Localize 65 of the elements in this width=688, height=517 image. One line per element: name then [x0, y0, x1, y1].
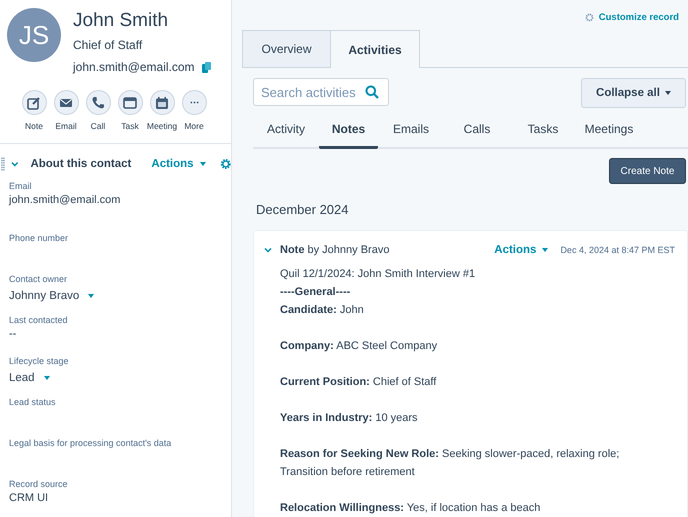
- tab[interactable]: Activities: [331, 30, 420, 68]
- action-label: More: [184, 121, 204, 131]
- field-label: Phone number: [9, 233, 70, 243]
- field-label: Lifecycle stage: [9, 356, 70, 366]
- note-text: Years in Industry: 10 years: [280, 411, 419, 426]
- field-label: Last contacted: [9, 315, 69, 325]
- field-value: --: [9, 328, 18, 340]
- field-label: Email: [9, 181, 33, 191]
- note-title: Note by Johnny Bravo: [280, 244, 390, 256]
- filter-tab[interactable]: Emails: [378, 120, 444, 149]
- contact-name: John Smith: [73, 10, 170, 32]
- action-label: Email: [55, 121, 77, 131]
- field-label: Record source: [9, 479, 69, 489]
- ellipsis-icon: [190, 101, 198, 104]
- create-note-button[interactable]: Create Note: [609, 158, 686, 184]
- action-label: Task: [121, 121, 139, 131]
- filter-tab[interactable]: Calls: [444, 120, 510, 149]
- meeting-action-button[interactable]: [150, 90, 174, 115]
- action-label: Meeting: [146, 121, 178, 131]
- call-action-button[interactable]: [86, 90, 110, 115]
- note-text: ----General----: [280, 285, 352, 300]
- window-icon: [123, 96, 137, 110]
- note-action-button[interactable]: [22, 90, 46, 115]
- task-action-button[interactable]: [118, 90, 142, 115]
- field-label: Lead status: [9, 397, 57, 407]
- action-label: Call: [90, 121, 106, 131]
- field-label: Legal basis for processing contact's data: [9, 438, 172, 448]
- note-text: Reason for Seeking New Role: Seeking slower-paced, relaxing role; Transition before retirement: [280, 447, 620, 480]
- avatar: JS: [7, 8, 61, 62]
- copy-icon[interactable]: [202, 62, 211, 72]
- field-label: Contact owner: [9, 274, 68, 284]
- chevron-down-icon[interactable]: [264, 246, 272, 254]
- actions-dropdown[interactable]: Actions: [151, 158, 206, 170]
- search-field[interactable]: Search activities: [253, 78, 389, 106]
- filter-tab[interactable]: Activity: [253, 120, 319, 149]
- search-icon[interactable]: [365, 85, 379, 99]
- actions-dropdown[interactable]: Actions: [494, 244, 548, 256]
- action-label: Note: [25, 121, 43, 131]
- note-text: Candidate: John: [280, 303, 365, 318]
- note-text: Current Position: Chief of Staff: [280, 375, 438, 390]
- filter-tab[interactable]: Meetings: [576, 120, 642, 149]
- section-title: About this contact: [30, 158, 132, 170]
- note-text: Quil 12/1/2024: John Smith Interview #1: [280, 267, 476, 282]
- field-dropdown[interactable]: Lead: [9, 372, 231, 384]
- filter-tab[interactable]: Notes: [319, 120, 378, 149]
- field-value: CRM UI: [9, 492, 50, 504]
- field-dropdown[interactable]: Johnny Bravo: [9, 290, 231, 302]
- note-text: Relocation Willingness: Yes, if location has a beach: [280, 501, 542, 516]
- settings-icon[interactable]: [220, 158, 231, 170]
- pencil-icon: [27, 96, 41, 110]
- drag-handle-icon[interactable]: [1, 157, 5, 171]
- tab[interactable]: Overview: [242, 30, 331, 67]
- collapse-all-button[interactable]: Collapse all: [581, 78, 686, 108]
- contact-email: john.smith@email.com: [73, 60, 195, 74]
- chevron-down-icon[interactable]: [10, 160, 18, 168]
- month-heading: December 2024: [256, 202, 350, 217]
- phone-icon: [91, 96, 105, 110]
- email-action-button[interactable]: [54, 90, 78, 115]
- gear-icon: [584, 13, 594, 22]
- filter-tab[interactable]: Tasks: [510, 120, 576, 149]
- field-value: john.smith@email.com: [9, 194, 122, 206]
- timestamp: Dec 4, 2024 at 8:47 PM EST: [560, 245, 675, 255]
- calendar-icon: [155, 96, 169, 110]
- note-text: Company: ABC Steel Company: [280, 339, 438, 354]
- job-title: Chief of Staff: [73, 38, 144, 52]
